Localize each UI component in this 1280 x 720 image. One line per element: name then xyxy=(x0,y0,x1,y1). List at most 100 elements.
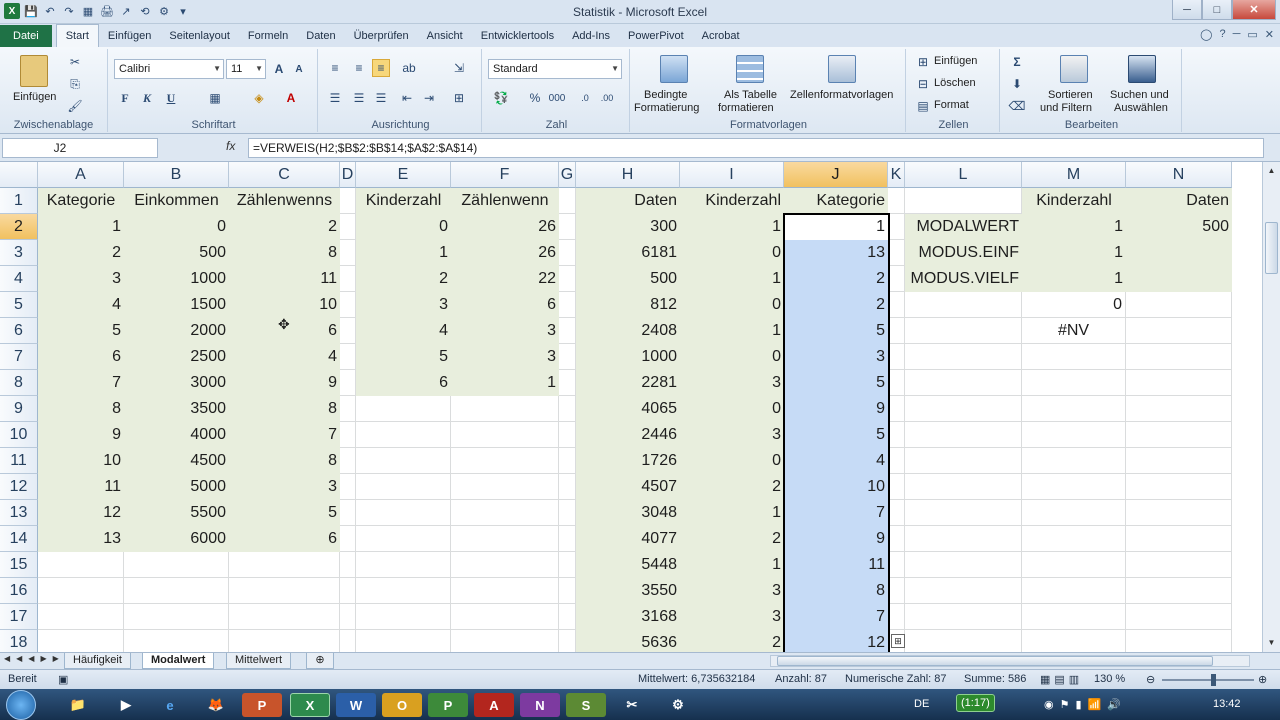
sort-filter-label[interactable]: Sortieren xyxy=(1048,89,1093,101)
empty-cell[interactable] xyxy=(451,448,559,474)
tab-ansicht[interactable]: Ansicht xyxy=(418,25,472,47)
insert-sheet-icon[interactable]: ⊕ xyxy=(306,653,334,669)
font-color-icon[interactable]: A xyxy=(282,89,300,107)
tab-ueberpruefen[interactable]: Überprüfen xyxy=(345,25,418,47)
workbook-minimize-icon[interactable]: ─ xyxy=(1233,28,1241,41)
cell-b7[interactable]: 2500 xyxy=(124,344,229,370)
zoom-in-icon[interactable]: ⊕ xyxy=(1258,673,1267,686)
empty-cell[interactable] xyxy=(888,552,905,578)
scroll-thumb[interactable] xyxy=(1265,222,1278,274)
cell-a14[interactable]: 13 xyxy=(38,526,124,552)
cell-j10[interactable]: 5 xyxy=(784,422,888,448)
cell-j2[interactable]: 1 xyxy=(784,214,888,240)
wrap-text-icon[interactable]: ⇲ xyxy=(450,59,468,77)
cell-i11[interactable]: 0 xyxy=(680,448,784,474)
empty-cell[interactable] xyxy=(451,630,559,652)
empty-cell[interactable] xyxy=(888,500,905,526)
empty-cell[interactable] xyxy=(356,578,451,604)
cell-b4[interactable]: 1000 xyxy=(124,266,229,292)
cell-i9[interactable]: 0 xyxy=(680,396,784,422)
empty-cell[interactable] xyxy=(905,500,1022,526)
decrease-decimal-icon[interactable]: .00 xyxy=(598,89,616,107)
empty-cell[interactable] xyxy=(451,396,559,422)
scroll-up-icon[interactable]: ▲ xyxy=(1263,162,1280,179)
insert-function-icon[interactable]: fx xyxy=(226,139,235,153)
italic-button[interactable]: K xyxy=(138,89,156,107)
cell-a10[interactable]: 9 xyxy=(38,422,124,448)
empty-cell[interactable] xyxy=(905,474,1022,500)
cell-b5[interactable]: 1500 xyxy=(124,292,229,318)
row-header-12[interactable]: 12 xyxy=(0,474,38,500)
cell-b8[interactable]: 3000 xyxy=(124,370,229,396)
bold-button[interactable]: F xyxy=(116,89,134,107)
cell-e4[interactable]: 2 xyxy=(356,266,451,292)
increase-decimal-icon[interactable]: .0 xyxy=(576,89,594,107)
cell-m5[interactable]: 0 xyxy=(1022,292,1126,318)
column-header-l[interactable]: L xyxy=(905,162,1022,188)
empty-cell[interactable] xyxy=(1022,604,1126,630)
cell-h10[interactable]: 2446 xyxy=(576,422,680,448)
empty-cell[interactable] xyxy=(905,396,1022,422)
empty-cell[interactable] xyxy=(451,422,559,448)
cell-j11[interactable]: 4 xyxy=(784,448,888,474)
cell-b1[interactable]: Einkommen xyxy=(124,188,229,214)
empty-cell[interactable] xyxy=(1126,474,1232,500)
empty-cell[interactable] xyxy=(356,396,451,422)
empty-cell[interactable] xyxy=(356,448,451,474)
cell-i3[interactable]: 0 xyxy=(680,240,784,266)
sheet-navigation-icons[interactable]: ◀◀◀▶▶ xyxy=(4,654,65,663)
cell-j3[interactable]: 13 xyxy=(784,240,888,266)
empty-cell[interactable] xyxy=(229,578,340,604)
cell-l5[interactable] xyxy=(905,292,1022,318)
delete-cells-button[interactable]: Löschen xyxy=(934,77,976,89)
cell-j1[interactable]: Kategorie xyxy=(784,188,888,214)
empty-cell[interactable] xyxy=(888,422,905,448)
cell-n3[interactable] xyxy=(1126,240,1232,266)
paste-button[interactable]: Einfügen xyxy=(13,91,56,103)
worksheet-grid[interactable]: ABCDEFGHIJKLMN 1 2 3 4 5 6 7 8 9 10 11 12 13 14 15 16 17… xyxy=(0,162,1262,652)
cell-h8[interactable]: 2281 xyxy=(576,370,680,396)
cell-i8[interactable]: 3 xyxy=(680,370,784,396)
empty-cell[interactable] xyxy=(1126,604,1232,630)
empty-cell[interactable] xyxy=(559,448,576,474)
cell-a12[interactable]: 11 xyxy=(38,474,124,500)
cell-c10[interactable]: 7 xyxy=(229,422,340,448)
tab-start[interactable]: Start xyxy=(55,24,99,47)
cell-j12[interactable]: 10 xyxy=(784,474,888,500)
empty-cell[interactable] xyxy=(888,266,905,292)
empty-cell[interactable] xyxy=(451,500,559,526)
empty-cell[interactable] xyxy=(1022,370,1126,396)
empty-cell[interactable] xyxy=(888,318,905,344)
align-bottom-icon[interactable]: ≡ xyxy=(372,59,390,77)
cell-h7[interactable]: 1000 xyxy=(576,344,680,370)
cell-n1[interactable]: Daten xyxy=(1126,188,1232,214)
cell-m1[interactable]: Kinderzahl xyxy=(1022,188,1126,214)
empty-cell[interactable] xyxy=(559,604,576,630)
autosum-icon[interactable]: Σ xyxy=(1008,53,1026,71)
sort-filter-icon[interactable] xyxy=(1060,55,1088,83)
find-select-label[interactable]: Suchen und xyxy=(1110,89,1169,101)
cell-c5[interactable]: 10 xyxy=(229,292,340,318)
cell-a3[interactable]: 2 xyxy=(38,240,124,266)
view-buttons-icon[interactable]: ▦▤▥ xyxy=(1040,673,1083,686)
tab-seitenlayout[interactable]: Seitenlayout xyxy=(160,25,239,47)
font-name-combo[interactable]: Calibri ▼ xyxy=(114,59,224,79)
cell-i14[interactable]: 2 xyxy=(680,526,784,552)
cell-b13[interactable]: 5500 xyxy=(124,500,229,526)
cell-c3[interactable]: 8 xyxy=(229,240,340,266)
empty-cell[interactable] xyxy=(38,552,124,578)
sheet-tab-modalwert[interactable]: Modalwert xyxy=(142,653,215,669)
cell-e3[interactable]: 1 xyxy=(356,240,451,266)
cell-n4[interactable] xyxy=(1126,266,1232,292)
empty-cell[interactable] xyxy=(1022,500,1126,526)
taskbar-ie[interactable]: e xyxy=(150,693,190,717)
empty-cell[interactable] xyxy=(124,604,229,630)
zoom-slider[interactable] xyxy=(1162,679,1254,681)
empty-cell[interactable] xyxy=(888,344,905,370)
cell-m3[interactable]: 1 xyxy=(1022,240,1126,266)
row-header-17[interactable]: 17 xyxy=(0,604,38,630)
empty-cell[interactable] xyxy=(356,474,451,500)
cell-styles-label[interactable]: Zellenformatvorlagen xyxy=(790,89,893,101)
copy-icon[interactable]: ⎘ xyxy=(66,75,84,93)
zoom-out-icon[interactable]: ⊖ xyxy=(1146,673,1155,686)
